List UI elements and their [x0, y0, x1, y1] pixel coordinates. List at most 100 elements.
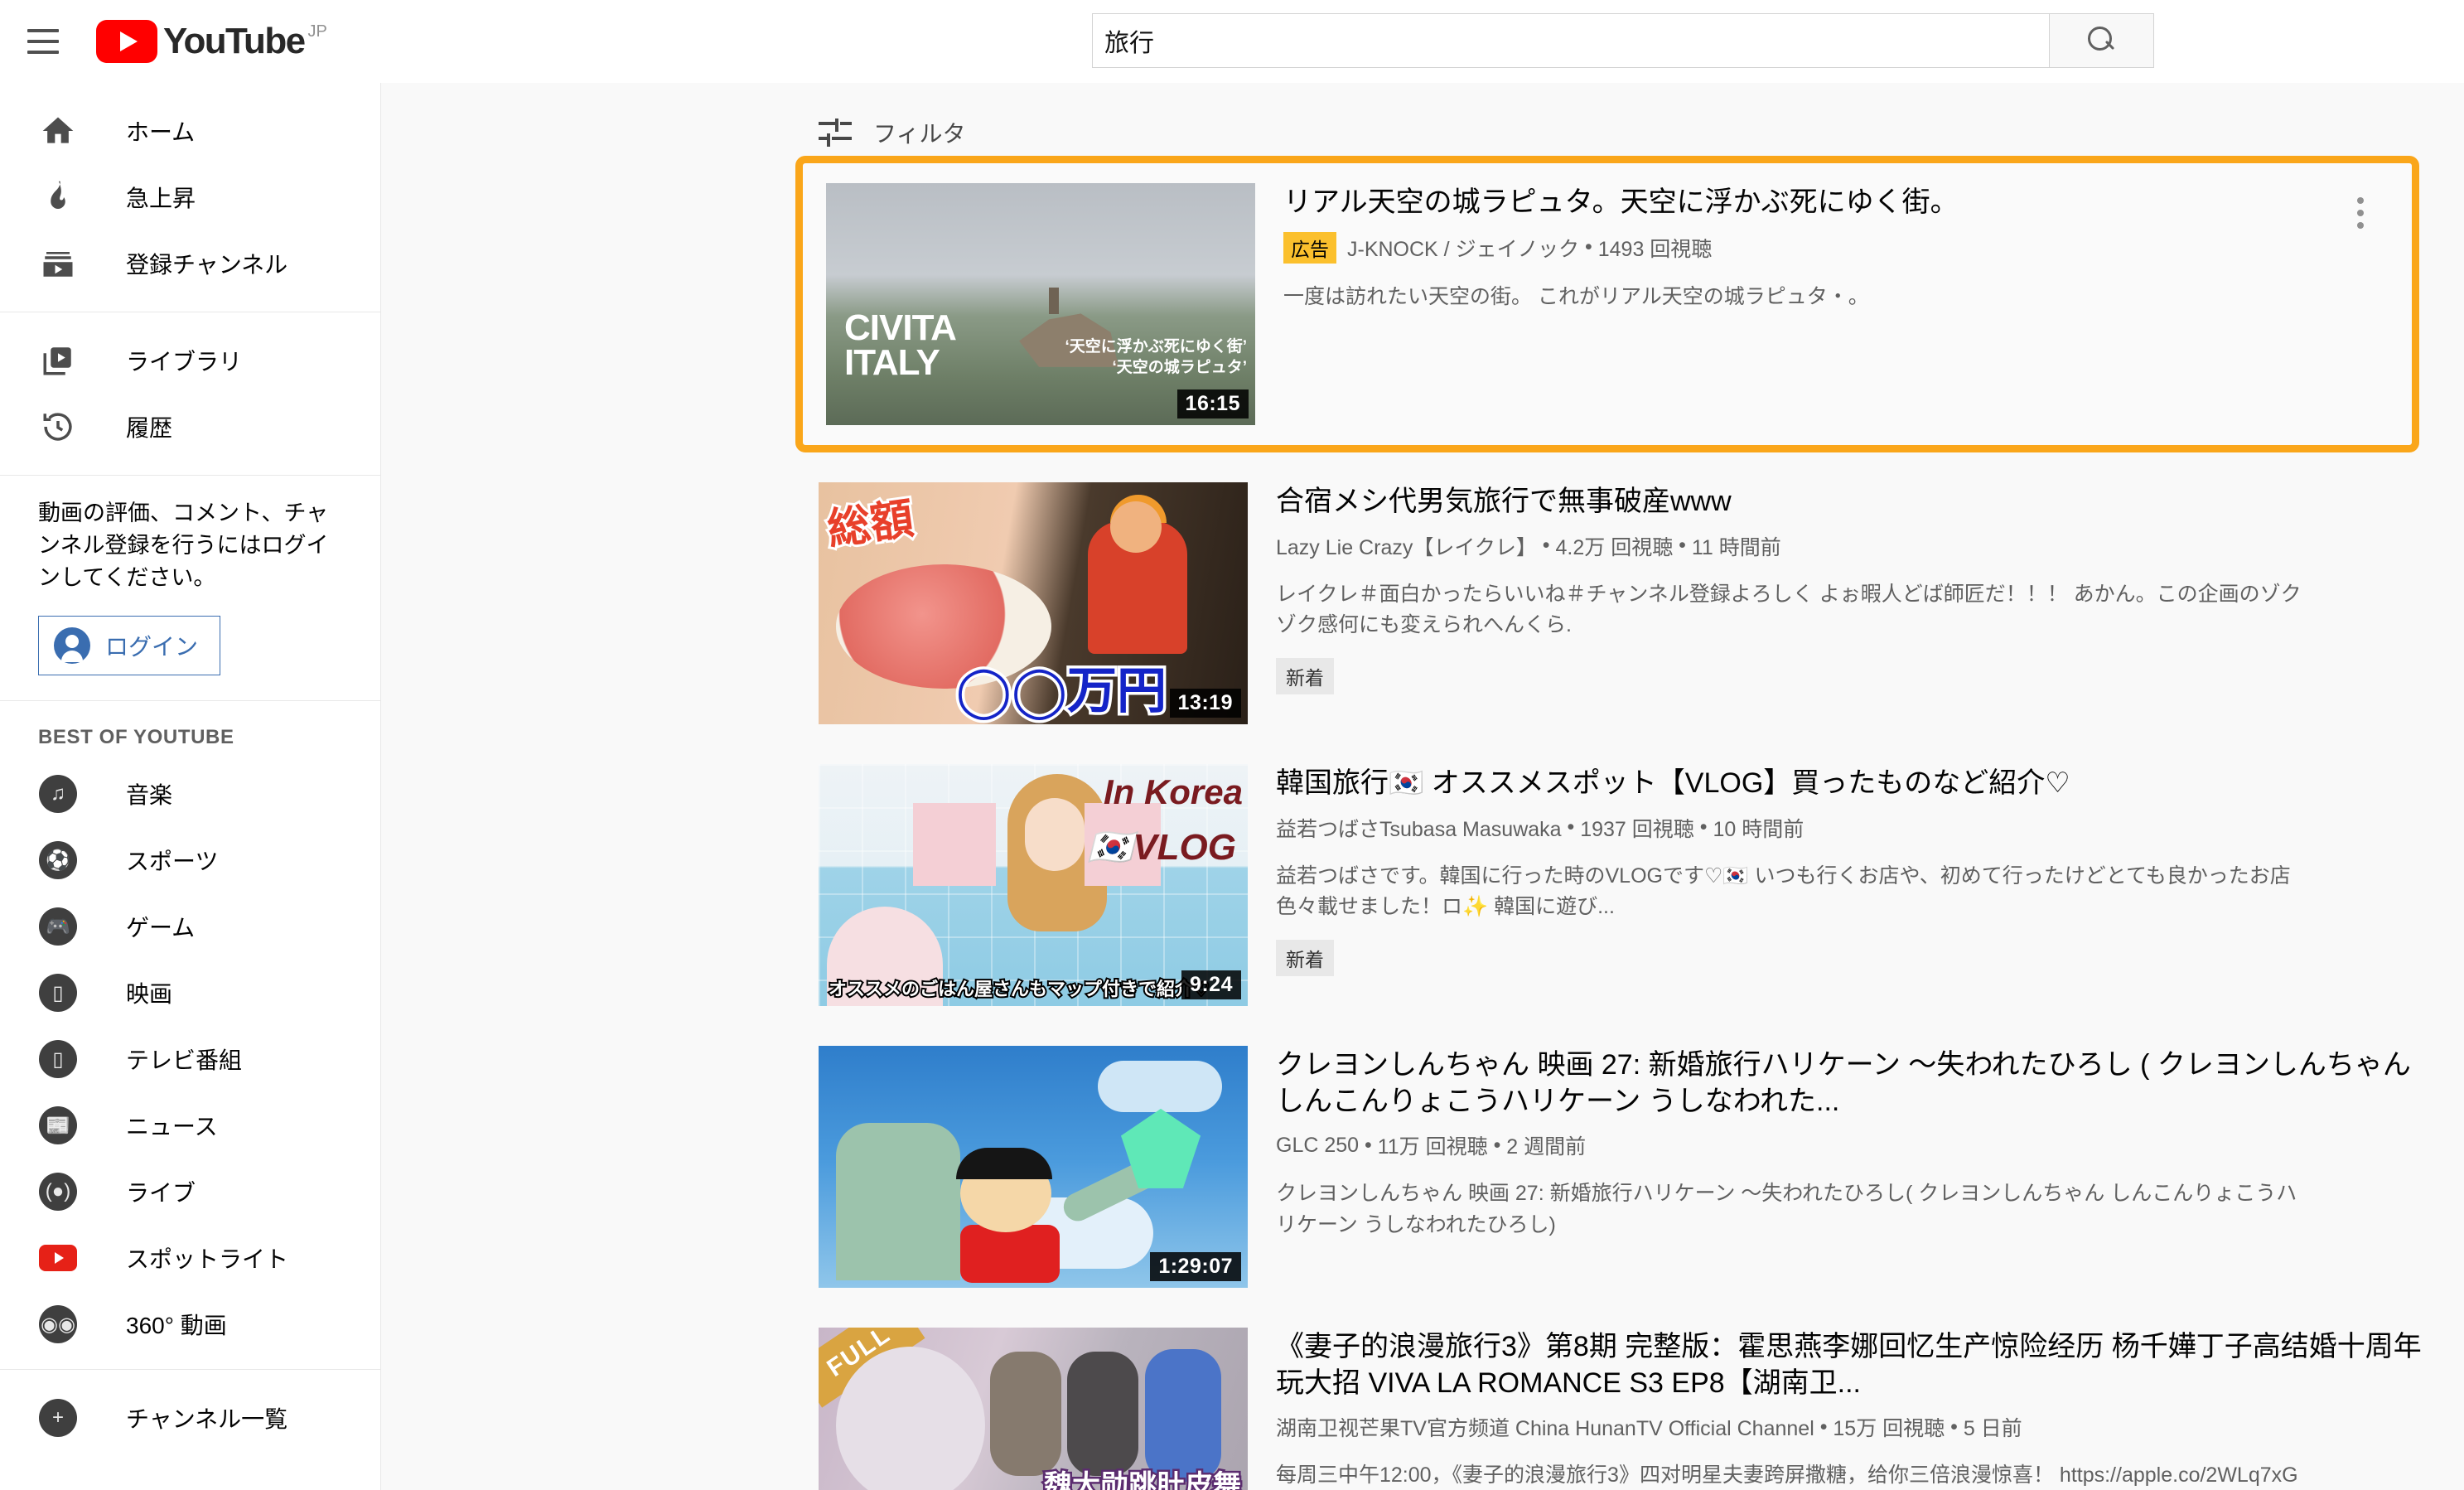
search-icon [2087, 27, 2116, 55]
video-title[interactable]: リアル天空の城ラピュタ。天空に浮かぶ死にゆく街。 [1283, 185, 2389, 221]
video-title[interactable]: 韓国旅行🇰🇷 オススメスポット【VLOG】買ったものなど紹介♡ [1276, 766, 2441, 802]
upload-age: 5 日前 [1963, 1417, 2022, 1441]
thumbnail-art [1144, 1349, 1221, 1483]
search-area [1092, 13, 2154, 68]
video-thumbnail[interactable]: FULL 妻子的浪漫旅行 魏大勋跳肚皮舞狂飙 “散装英语” EP8 完整版 1:… [819, 1328, 1248, 1490]
search-result[interactable]: 1:29:07 クレヨンしんちゃん 映画 27: 新婚旅行ハリケーン 〜失われた… [795, 1026, 2464, 1308]
thumbnail-art [959, 1225, 1060, 1284]
thumbnail-art [1067, 1352, 1139, 1477]
filter-label: フィルタ [873, 121, 966, 147]
thumbnail-caption-main: CIVITA ITALY [844, 307, 957, 384]
video-thumbnail[interactable]: In Korea 🇰🇷VLOG オススメのごはん屋さんもマップ付きで紹介♡ 9:… [819, 764, 1248, 1006]
login-button-label: ログイン [105, 634, 199, 660]
sidebar-item-label: スポーツ [126, 849, 219, 875]
channel-name[interactable]: GLC 250 [1276, 1134, 1359, 1158]
view-count: 4.2万 回視聴 [1555, 535, 1674, 559]
sidebar-item-label: 映画 [126, 981, 173, 1008]
hamburger-menu-icon[interactable] [22, 20, 65, 63]
sidebar-item-subscriptions[interactable]: 登録チャンネル [0, 230, 380, 297]
sidebar-item-360-video[interactable]: ◉◉ 360° 動画 [0, 1291, 380, 1357]
channel-name[interactable]: J-KNOCK / ジェイノック [1347, 233, 1579, 263]
live-broadcast-icon: (●) [38, 1173, 78, 1212]
channel-name[interactable]: 益若つばさTsubasa Masuwaka [1276, 813, 1562, 843]
separator: • [1945, 1415, 1964, 1439]
channel-name[interactable]: 湖南卫视芒果TV官方频道 China HunanTV Official Chan… [1276, 1412, 1814, 1442]
film-icon: ▯ [38, 974, 78, 1013]
search-result[interactable]: In Korea 🇰🇷VLOG オススメのごはん屋さんもマップ付きで紹介♡ 9:… [795, 744, 2464, 1026]
youtube-logo[interactable]: YouTube JP [96, 20, 327, 63]
login-button[interactable]: ログイン [38, 616, 221, 676]
video-description: クレヨンしんちゃん 映画 27: 新婚旅行ハリケーン 〜失われたひろし( クレヨ… [1276, 1182, 2297, 1236]
library-icon [38, 343, 78, 378]
video-thumbnail[interactable]: 総額 ◯◯万円 13:19 [819, 482, 1248, 724]
more-options-icon[interactable] [2342, 195, 2379, 231]
sidebar-item-label: ゲーム [126, 915, 196, 941]
sidebar-item-spotlight[interactable]: スポットライト [0, 1225, 380, 1291]
newspaper-icon: 📰 [38, 1106, 78, 1145]
separator: • [1693, 815, 1713, 839]
video-thumbnail[interactable]: 1:29:07 [819, 1046, 1248, 1288]
thumbnail-art [1097, 1060, 1222, 1112]
video-duration: 13:19 [1169, 689, 1241, 718]
best-of-youtube-heading: BEST OF YOUTUBE [38, 726, 234, 749]
search-result[interactable]: FULL 妻子的浪漫旅行 魏大勋跳肚皮舞狂飙 “散装英语” EP8 完整版 1:… [795, 1308, 2464, 1490]
sidebar-item-live[interactable]: (●) ライブ [0, 1159, 380, 1225]
video-duration: 9:24 [1181, 970, 1241, 999]
video-subline: 広告 J-KNOCK / ジェイノック • 1493 回視聴 [1283, 231, 2389, 264]
sidebar-item-label: テレビ番組 [126, 1047, 243, 1074]
sidebar-item-tv-shows[interactable]: ▯ テレビ番組 [0, 1026, 380, 1092]
filter-icon [819, 119, 852, 147]
video-description: 一度は訪れたい天空の街。 これがリアル天空の城ラピュタ・。 [1283, 284, 1869, 308]
search-result-ad[interactable]: CIVITA ITALY ‘天空に浮かぶ死にゆく街’ ‘天空の城ラピュタ’ 16:1… [795, 156, 2419, 452]
sidebar-item-library[interactable]: ライブラリ [0, 327, 380, 394]
thumbnail-art [912, 802, 996, 886]
video-meta: 《妻子的浪漫旅行3》第8期 完整版：霍思燕李娜回忆生产惊险经历 杨千嬅丁子高结婚… [1276, 1328, 2441, 1490]
sidebar-item-movies[interactable]: ▯ 映画 [0, 960, 380, 1026]
search-result[interactable]: 総額 ◯◯万円 13:19 合宿メシ代男気旅行で無事破産www Lazy Lie… [795, 462, 2464, 744]
sidebar-more-group: + チャンネル一覧 [0, 1369, 380, 1466]
history-clock-icon [38, 409, 78, 444]
thumbnail-caption-sub: 🇰🇷VLOG [1087, 827, 1236, 868]
youtube-wordmark: YouTube [163, 21, 306, 61]
video-duration: 1:29:07 [1150, 1252, 1241, 1281]
video-title[interactable]: クレヨンしんちゃん 映画 27: 新婚旅行ハリケーン 〜失われたひろし ( クレ… [1276, 1047, 2441, 1120]
video-subline: Lazy Lie Crazy【レイクレ】 • 4.2万 回視聴 • 11 時間前 [1276, 531, 2441, 561]
view-count: 1937 回視聴 [1580, 817, 1694, 841]
sidebar-item-label: ライブ [126, 1180, 196, 1207]
thumbnail-caption-main: 魏大勋跳肚皮舞狂飙 “散装英语” [1041, 1468, 1243, 1490]
search-input[interactable] [1092, 13, 2050, 68]
best-of-youtube-group: BEST OF YOUTUBE ♫ 音楽 ⚽ スポーツ 🎮 ゲーム ▯ 映画 ▯… [0, 701, 380, 1357]
video-title[interactable]: 合宿メシ代男気旅行で無事破産www [1276, 484, 2441, 520]
sidebar-item-browse-channels[interactable]: + チャンネル一覧 [0, 1385, 380, 1451]
sidebar-item-label: 履歴 [126, 415, 173, 441]
sidebar-item-gaming[interactable]: 🎮 ゲーム [0, 893, 380, 960]
account-avatar-icon [54, 627, 90, 665]
sidebar-item-label: ホーム [126, 119, 196, 145]
youtube-play-icon [96, 20, 157, 63]
thumbnail-caption-bottom: オススメのごはん屋さんもマップ付きで紹介♡ [827, 977, 1211, 1001]
search-button[interactable] [2050, 13, 2154, 68]
upload-age: 10 時間前 [1713, 817, 1805, 841]
sidebar-item-news[interactable]: 📰 ニュース [0, 1092, 380, 1159]
video-subline: GLC 250 • 11万 回視聴 • 2 週間前 [1276, 1130, 2441, 1160]
sidebar-primary-group: ホーム 急上昇 登録チャンネル [0, 83, 380, 312]
thumbnail-art [955, 1147, 1052, 1179]
sidebar-item-label: 登録チャンネル [126, 252, 288, 278]
filter-button[interactable]: フィルタ [381, 83, 965, 149]
search-results-list: CIVITA ITALY ‘天空に浮かぶ死にゆく街’ ‘天空の城ラピュタ’ 16:1… [381, 156, 2464, 1490]
video-subline: 益若つばさTsubasa Masuwaka • 1937 回視聴 • 10 時間… [1276, 813, 2441, 843]
sidebar-item-history[interactable]: 履歴 [0, 394, 380, 460]
separator: • [1561, 815, 1581, 839]
sidebar-item-trending[interactable]: 急上昇 [0, 164, 380, 230]
new-badge: 新着 [1276, 939, 1334, 976]
sidebar-item-sports[interactable]: ⚽ スポーツ [0, 827, 380, 893]
channel-name[interactable]: Lazy Lie Crazy【レイクレ】 [1276, 531, 1537, 561]
login-prompt-text: 動画の評価、コメント、チャンネル登録を行うにはログインしてください。 [38, 501, 329, 591]
main-content: フィルタ CIVITA ITALY ‘天空に浮かぶ死にゆく街’ ‘天空の城ラピュタ’… [381, 83, 2464, 1490]
sidebar-item-music[interactable]: ♫ 音楽 [0, 761, 380, 827]
sports-ball-icon: ⚽ [38, 841, 78, 880]
separator: • [1359, 1133, 1378, 1157]
video-title[interactable]: 《妻子的浪漫旅行3》第8期 完整版：霍思燕李娜回忆生产惊险经历 杨千嬅丁子高结婚… [1276, 1329, 2441, 1401]
sidebar-item-home[interactable]: ホーム [0, 98, 380, 164]
video-thumbnail[interactable]: CIVITA ITALY ‘天空に浮かぶ死にゆく街’ ‘天空の城ラピュタ’ 16:1… [826, 183, 1255, 425]
